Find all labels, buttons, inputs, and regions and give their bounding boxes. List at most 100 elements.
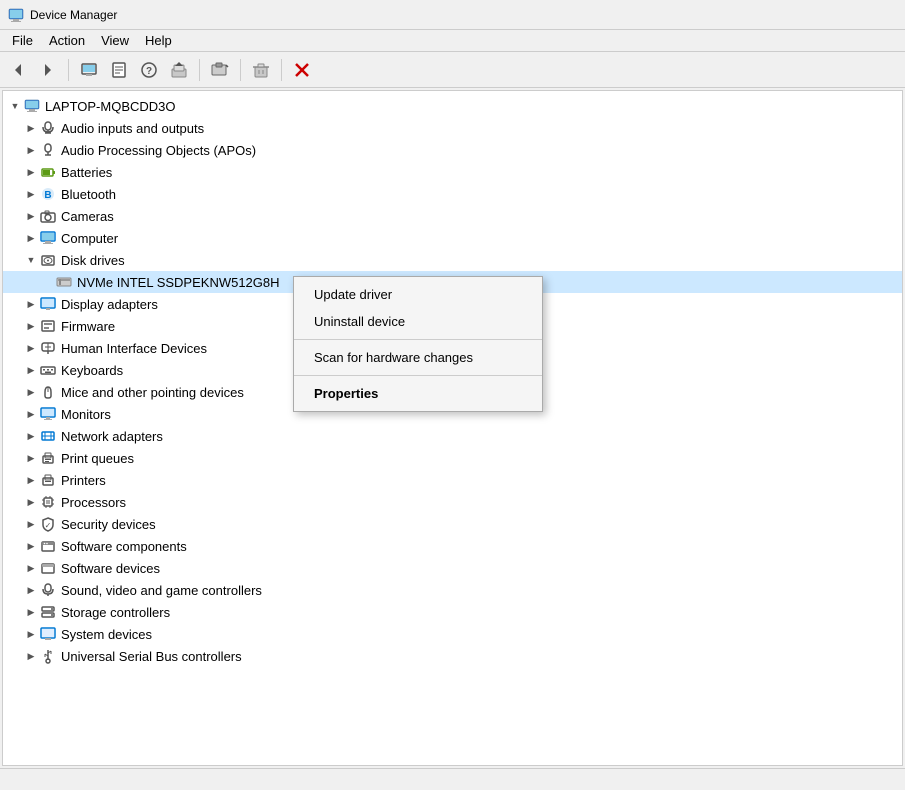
storage-label: Storage controllers <box>61 605 170 620</box>
forward-button[interactable] <box>34 56 62 84</box>
software-components-icon <box>39 537 57 555</box>
firmware-icon <box>39 317 57 335</box>
network-expand[interactable]: ▶ <box>23 428 39 444</box>
apo-icon <box>39 141 57 159</box>
disk-drives-label: Disk drives <box>61 253 125 268</box>
root-computer-icon <box>23 97 41 115</box>
disk-drives-icon <box>39 251 57 269</box>
usb-expand[interactable]: ▶ <box>23 648 39 664</box>
software-devices-icon <box>39 559 57 577</box>
print-queues-icon <box>39 449 57 467</box>
context-menu-sep-1 <box>294 339 542 340</box>
tree-item-printers[interactable]: ▶ Printers <box>3 469 902 491</box>
network-label: Network adapters <box>61 429 163 444</box>
svg-text:✓: ✓ <box>45 521 52 530</box>
menu-help[interactable]: Help <box>137 31 180 50</box>
tree-item-usb[interactable]: ▶ Universal Serial Bus controllers <box>3 645 902 667</box>
sound-label: Sound, video and game controllers <box>61 583 262 598</box>
context-menu-properties[interactable]: Properties <box>294 380 542 407</box>
monitors-label: Monitors <box>61 407 111 422</box>
update-driver-button[interactable] <box>165 56 193 84</box>
mice-expand[interactable]: ▶ <box>23 384 39 400</box>
tree-item-print-queues[interactable]: ▶ Print queues <box>3 447 902 469</box>
batteries-icon <box>39 163 57 181</box>
keyboards-expand[interactable]: ▶ <box>23 362 39 378</box>
tree-item-bluetooth[interactable]: ▶ B Bluetooth <box>3 183 902 205</box>
software-components-label: Software components <box>61 539 187 554</box>
processors-label: Processors <box>61 495 126 510</box>
context-menu-uninstall[interactable]: Uninstall device <box>294 308 542 335</box>
mice-icon <box>39 383 57 401</box>
bluetooth-expand[interactable]: ▶ <box>23 186 39 202</box>
tree-item-system[interactable]: ▶ System devices <box>3 623 902 645</box>
help-button[interactable]: ? <box>135 56 163 84</box>
tree-item-software-components[interactable]: ▶ Software components <box>3 535 902 557</box>
tree-item-apo[interactable]: ▶ Audio Processing Objects (APOs) <box>3 139 902 161</box>
context-menu-sep-2 <box>294 375 542 376</box>
tree-item-processors[interactable]: ▶ Processors <box>3 491 902 513</box>
storage-expand[interactable]: ▶ <box>23 604 39 620</box>
disk-drives-expand[interactable]: ▼ <box>23 252 39 268</box>
computer-expand[interactable]: ▶ <box>23 230 39 246</box>
tree-item-computer[interactable]: ▶ Computer <box>3 227 902 249</box>
scan-button[interactable] <box>206 56 234 84</box>
network-icon <box>39 427 57 445</box>
cameras-expand[interactable]: ▶ <box>23 208 39 224</box>
hid-expand[interactable]: ▶ <box>23 340 39 356</box>
printers-expand[interactable]: ▶ <box>23 472 39 488</box>
hid-label: Human Interface Devices <box>61 341 207 356</box>
title-bar: Device Manager <box>0 0 905 30</box>
tree-item-sound[interactable]: ▶ Sound, video and game controllers <box>3 579 902 601</box>
keyboards-label: Keyboards <box>61 363 123 378</box>
sound-expand[interactable]: ▶ <box>23 582 39 598</box>
print-queues-expand[interactable]: ▶ <box>23 450 39 466</box>
svg-text:B: B <box>44 190 51 201</box>
cameras-icon <box>39 207 57 225</box>
firmware-expand[interactable]: ▶ <box>23 318 39 334</box>
security-expand[interactable]: ▶ <box>23 516 39 532</box>
system-expand[interactable]: ▶ <box>23 626 39 642</box>
main-content[interactable]: ▼ LAPTOP-MQBCDD3O ▶ <box>2 90 903 766</box>
context-menu-scan[interactable]: Scan for hardware changes <box>294 344 542 371</box>
apo-expand[interactable]: ▶ <box>23 142 39 158</box>
toolbar: ? <box>0 52 905 88</box>
monitors-icon <box>39 405 57 423</box>
tree-item-storage[interactable]: ▶ Storage controllers <box>3 601 902 623</box>
root-label: LAPTOP-MQBCDD3O <box>45 99 176 114</box>
software-devices-expand[interactable]: ▶ <box>23 560 39 576</box>
bluetooth-label: Bluetooth <box>61 187 116 202</box>
menu-file[interactable]: File <box>4 31 41 50</box>
uninstall-button[interactable] <box>247 56 275 84</box>
tree-item-disk-drives[interactable]: ▼ Disk drives <box>3 249 902 271</box>
tree-item-cameras[interactable]: ▶ Cameras <box>3 205 902 227</box>
audio-inputs-label: Audio inputs and outputs <box>61 121 204 136</box>
tree-item-software-devices[interactable]: ▶ Software devices <box>3 557 902 579</box>
batteries-expand[interactable]: ▶ <box>23 164 39 180</box>
toolbar-sep-3 <box>240 59 241 81</box>
monitors-expand[interactable]: ▶ <box>23 406 39 422</box>
tree-root[interactable]: ▼ LAPTOP-MQBCDD3O <box>3 95 902 117</box>
root-expand-icon[interactable]: ▼ <box>7 98 23 114</box>
software-components-expand[interactable]: ▶ <box>23 538 39 554</box>
toolbar-sep-2 <box>199 59 200 81</box>
show-hide-button[interactable] <box>75 56 103 84</box>
sound-icon <box>39 581 57 599</box>
menu-view[interactable]: View <box>93 31 137 50</box>
audio-inputs-expand[interactable]: ▶ <box>23 120 39 136</box>
security-label: Security devices <box>61 517 156 532</box>
back-button[interactable] <box>4 56 32 84</box>
tree-item-security[interactable]: ▶ ✓ Security devices <box>3 513 902 535</box>
audio-inputs-icon <box>39 119 57 137</box>
remove-button[interactable] <box>288 56 316 84</box>
processors-expand[interactable]: ▶ <box>23 494 39 510</box>
context-menu-update-driver[interactable]: Update driver <box>294 281 542 308</box>
menu-action[interactable]: Action <box>41 31 93 50</box>
firmware-label: Firmware <box>61 319 115 334</box>
tree-item-network[interactable]: ▶ Network adapters <box>3 425 902 447</box>
context-menu: Update driver Uninstall device Scan for … <box>293 276 543 412</box>
tree-item-batteries[interactable]: ▶ Batteries <box>3 161 902 183</box>
display-adapters-expand[interactable]: ▶ <box>23 296 39 312</box>
properties-button[interactable] <box>105 56 133 84</box>
nvme-label: NVMe INTEL SSDPEKNW512G8H <box>77 275 280 290</box>
tree-item-audio-inputs[interactable]: ▶ Audio inputs and outputs <box>3 117 902 139</box>
